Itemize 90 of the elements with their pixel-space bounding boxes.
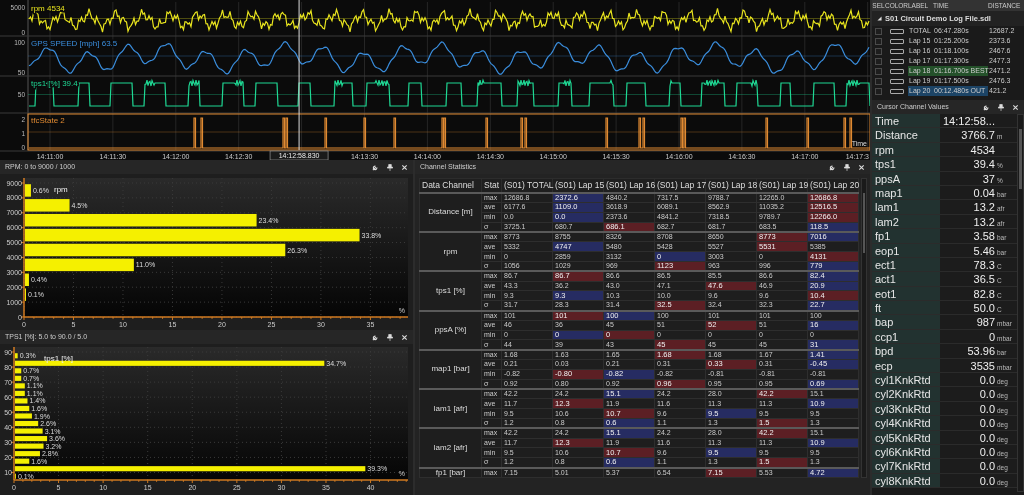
trace-label: rpm 4534 — [31, 4, 65, 13]
channel-value: 78.3 — [973, 257, 995, 272]
close-icon[interactable] — [1012, 103, 1019, 111]
legend-label: rpm — [54, 185, 68, 194]
channel-name: Distance — [872, 128, 940, 142]
color-swatch[interactable] — [889, 88, 904, 94]
channel-value: 0.0 — [979, 473, 995, 488]
collapse-icon[interactable] — [877, 16, 882, 21]
legend-label: tps1 [%] — [44, 354, 73, 363]
channel-name: rpm — [419, 232, 482, 272]
pin-icon[interactable] — [387, 333, 393, 341]
checkbox[interactable] — [875, 47, 882, 55]
checkbox[interactable] — [875, 37, 882, 45]
channel-name: lam1 — [872, 200, 940, 214]
channel-name: map1 [bar] — [419, 349, 482, 389]
column-header[interactable]: (S01) Lap 16 — [603, 178, 655, 193]
scrollbar[interactable] — [1017, 114, 1024, 492]
color-swatch[interactable] — [889, 68, 904, 74]
channel-name: act1 — [872, 272, 940, 286]
channel-name: tps1 — [872, 157, 940, 171]
channel-name: bpd — [872, 344, 940, 358]
channel-value: 0.0 — [979, 459, 995, 474]
close-icon[interactable] — [858, 163, 865, 171]
channel-value: 37 — [982, 171, 995, 186]
channel-name: lam2 [afr] — [419, 428, 482, 468]
channel-name: cyl2KnkRtd — [872, 387, 940, 401]
channel-value: 0.0 — [979, 416, 995, 431]
channel-value: 39.4 — [973, 157, 995, 172]
column-header[interactable]: (S01) Lap 17 — [654, 178, 706, 193]
wrench-icon[interactable] — [372, 163, 379, 171]
pin-icon[interactable] — [387, 163, 393, 171]
wrench-icon[interactable] — [372, 333, 379, 341]
channel-value: 0.0 — [979, 445, 995, 459]
color-swatch[interactable] — [889, 38, 904, 44]
channel-name: tps1 [%] — [419, 271, 482, 311]
channel-value: 0.0 — [979, 373, 995, 388]
column-header[interactable]: (S01) Lap 20 — [807, 178, 859, 193]
color-swatch[interactable] — [889, 48, 904, 54]
channel-value: 14:12:58... — [943, 114, 995, 128]
pin-icon[interactable] — [844, 163, 850, 171]
channel-name: cyl4KnkRtd — [872, 416, 940, 430]
channel-name: bap — [872, 315, 940, 329]
channel-value: 0.04 — [973, 185, 995, 200]
channel-name: fp1 — [872, 229, 940, 243]
channel-value: 82.8 — [973, 286, 995, 301]
channel-value: 3766.7 — [961, 128, 995, 143]
wrench-icon[interactable] — [983, 103, 990, 111]
channel-value: 0 — [988, 329, 995, 344]
checkbox[interactable] — [875, 57, 882, 65]
column-header[interactable]: (S01) Lap 15 — [552, 178, 604, 193]
channel-value: 3.58 — [973, 229, 995, 244]
channel-name: ft — [872, 301, 940, 315]
channel-name: Time — [872, 114, 940, 128]
channel-value: 987 — [976, 315, 995, 330]
channel-value: 0.0 — [979, 430, 995, 445]
channel-name: lam1 [afr] — [419, 389, 482, 429]
channel-value: 53.96 — [967, 344, 995, 359]
channel-name: cyl7KnkRtd — [872, 459, 940, 473]
scrollbar[interactable] — [861, 178, 867, 478]
color-swatch[interactable] — [889, 28, 904, 34]
channel-name: fp1 [bar] — [419, 467, 482, 478]
checkbox[interactable] — [875, 87, 882, 95]
color-swatch[interactable] — [889, 78, 904, 84]
color-swatch[interactable] — [889, 58, 904, 64]
column-header[interactable]: Stat — [481, 178, 502, 193]
trace-label: tfcState 2 — [31, 116, 65, 125]
column-header[interactable]: (S01) Lap 19 — [756, 178, 808, 193]
column-header[interactable]: (S01) Lap 18 — [705, 178, 757, 193]
channel-value: 3535 — [970, 358, 995, 373]
channel-value: 4534 — [970, 142, 995, 157]
channel-name: cyl1KnkRtd — [872, 373, 940, 387]
column-header[interactable]: Data Channel — [419, 178, 482, 193]
channel-name: ppsA [%] — [419, 310, 482, 350]
trace-label: GPS SPEED [mph] 63.5 — [31, 39, 118, 48]
channel-value: 5.46 — [973, 243, 995, 258]
channel-value: 0.0 — [979, 401, 995, 416]
checkbox[interactable] — [875, 67, 882, 75]
checkbox[interactable] — [875, 77, 882, 85]
close-icon[interactable] — [401, 333, 408, 341]
channel-name: Distance [m] — [419, 192, 482, 232]
pin-icon[interactable] — [998, 103, 1004, 111]
channel-value: 36.5 — [973, 272, 995, 287]
column-header[interactable]: (S01) TOTAL — [501, 178, 553, 193]
channel-value: 0.0 — [979, 387, 995, 402]
channel-value: 13.2 — [973, 200, 995, 215]
wrench-icon[interactable] — [829, 163, 836, 171]
channel-value: 13.2 — [973, 214, 995, 229]
checkbox[interactable] — [875, 27, 882, 35]
close-icon[interactable] — [401, 163, 408, 171]
channel-value: 50.0 — [973, 301, 995, 316]
